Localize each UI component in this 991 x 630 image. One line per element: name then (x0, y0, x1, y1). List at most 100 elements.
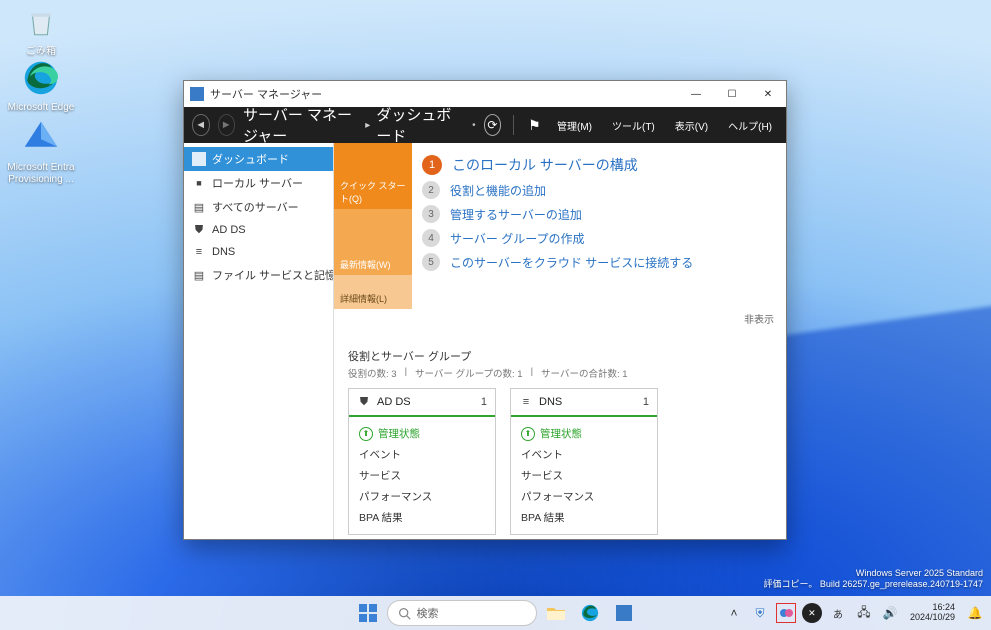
app-header: ◄ ► サーバー マネージャー ▸ ダッシュボード • ⟳ ⚑ 管理(M) ツー… (184, 107, 786, 143)
tile-row[interactable]: パフォーマンス (359, 486, 485, 507)
menu-manage[interactable]: 管理(M) (551, 118, 598, 133)
desktop-icon-label: ごみ箱 (6, 46, 76, 58)
step-text: 管理するサーバーの追加 (450, 206, 582, 223)
tile-row[interactable]: サービス (359, 465, 485, 486)
tile-row[interactable]: BPA 結果 (359, 507, 485, 528)
step-text: このローカル サーバーの構成 (452, 155, 638, 175)
tile-row[interactable]: 管理状態 (521, 423, 647, 444)
desktop-icon-recycle-bin[interactable]: ごみ箱 (6, 2, 76, 58)
tray-notifications-icon[interactable]: 🔔 (965, 603, 985, 623)
sidebar-item-ad[interactable]: AD DS (184, 219, 333, 241)
nav-forward-button[interactable]: ► (218, 114, 236, 136)
step-text: このサーバーをクラウド サービスに接続する (450, 254, 693, 271)
tile-row[interactable]: BPA 結果 (521, 507, 647, 528)
step-number: 5 (422, 253, 440, 271)
quick-start-steps: 1このローカル サーバーの構成 2 役割と機能の追加 3 管理するサーバーの追加 4 サーバ… (412, 143, 786, 309)
quick-start-step[interactable]: 4 サーバー グループの作成 (422, 229, 776, 247)
desktop: ごみ箱 Microsoft Edge Microsoft Entra Provi… (0, 0, 991, 630)
edge-icon (21, 58, 61, 98)
srv-icon (192, 176, 206, 190)
nav-back-button[interactable]: ◄ (192, 114, 210, 136)
quick-start-step[interactable]: 1このローカル サーバーの構成 (422, 155, 776, 175)
tray-chevron-icon[interactable]: ˄ (724, 603, 744, 623)
tray-copilot-icon[interactable] (776, 603, 796, 623)
tile-row[interactable]: パフォーマンス (521, 486, 647, 507)
tile-icon: ⛊ (357, 395, 371, 409)
tile-name: AD DS (377, 396, 411, 408)
minimize-button[interactable]: — (678, 81, 714, 107)
server-manager-window: サーバー マネージャー — ☐ ✕ ◄ ► サーバー マネージャー ▸ ダッシュ… (183, 80, 787, 540)
sidebar-item-dash[interactable]: ダッシュボード (184, 147, 333, 171)
sidebar-item-label: DNS (212, 246, 235, 258)
tab-learn-more[interactable]: 詳細情報(L) (334, 275, 412, 309)
step-number: 2 (422, 181, 440, 199)
notifications-flag-icon[interactable]: ⚑ (526, 114, 543, 136)
tile-header: ≡DNS1 (511, 389, 657, 417)
start-button[interactable] (353, 598, 383, 628)
tab-quick-start[interactable]: クイック スタート(Q) (334, 143, 412, 209)
window-title: サーバー マネージャー (210, 86, 322, 102)
desktop-icon-entra-provisioning[interactable]: Microsoft Entra Provisioning ... (6, 118, 76, 185)
dns-icon (192, 245, 206, 259)
system-tray: ˄ ⛨ ✕ あ 🖧 🔊 16:242024/10/29 🔔 (724, 596, 991, 630)
tab-whats-new[interactable]: 最新情報(W) (334, 209, 412, 275)
breadcrumb: サーバー マネージャー ▸ ダッシュボード (243, 104, 456, 146)
sidebar: ダッシュボードローカル サーバーすべてのサーバー AD DS DNS ファイル サービ… (184, 143, 334, 539)
step-text: サーバー グループの作成 (450, 230, 585, 247)
tile-row[interactable]: サービス (521, 465, 647, 486)
main-content: クイック スタート(Q) 最新情報(W) 詳細情報(L) 1このローカル サーバ… (334, 143, 786, 539)
tile-count: 1 (643, 396, 649, 408)
groups-subtitle: 役割の数: 3| サーバー グループの数: 1| サーバーの合計数: 1 (348, 366, 772, 380)
step-number: 4 (422, 229, 440, 247)
menu-tools[interactable]: ツール(T) (606, 118, 661, 133)
sidebar-item-all[interactable]: すべてのサーバー (184, 195, 333, 219)
entra-icon (21, 118, 61, 158)
close-button[interactable]: ✕ (750, 81, 786, 107)
sidebar-item-label: すべてのサーバー (212, 199, 299, 215)
maximize-button[interactable]: ☐ (714, 81, 750, 107)
quick-start-step[interactable]: 5 このサーバーをクラウド サービスに接続する (422, 253, 776, 271)
taskbar-clock[interactable]: 16:242024/10/29 (906, 603, 959, 623)
tray-volume-icon[interactable]: 🔊 (880, 603, 900, 623)
sidebar-item-label: ファイル サービスと記憶域サ... (212, 267, 333, 283)
recycle-bin-icon (21, 2, 61, 42)
hide-link[interactable]: 非表示 (334, 309, 786, 332)
sidebar-item-dns[interactable]: DNS (184, 241, 333, 263)
tray-security-icon[interactable]: ⛨ (750, 603, 770, 623)
sidebar-item-srv[interactable]: ローカル サーバー (184, 171, 333, 195)
chevron-right-icon: ▸ (365, 120, 370, 131)
taskbar: 検索 ˄ ⛨ ✕ あ 🖧 🔊 16:242024/10/29 (0, 596, 991, 630)
tray-ime-icon[interactable]: あ (828, 603, 848, 623)
sidebar-item-label: AD DS (212, 224, 246, 236)
tile-row[interactable]: イベント (521, 444, 647, 465)
taskbar-search[interactable]: 検索 (387, 600, 537, 626)
app-icon (190, 87, 204, 101)
windows-watermark: Windows Server 2025 Standard 評価コピー。 Buil… (763, 568, 983, 591)
menu-help[interactable]: ヘルプ(H) (722, 118, 778, 133)
role-tile[interactable]: ⛊AD DS1管理状態イベントサービスパフォーマンスBPA 結果 (348, 388, 496, 535)
desktop-icon-label: Microsoft Entra Provisioning ... (6, 162, 76, 185)
dash-icon (192, 152, 206, 166)
tray-app-icon[interactable]: ✕ (802, 603, 822, 623)
groups-title: 役割とサーバー グループ (348, 348, 772, 364)
desktop-icon-edge[interactable]: Microsoft Edge (6, 58, 76, 114)
tile-header: ⛊AD DS1 (349, 389, 495, 417)
menu-view[interactable]: 表示(V) (669, 118, 714, 133)
sidebar-item-file[interactable]: ファイル サービスと記憶域サ... (184, 263, 333, 287)
taskbar-explorer[interactable] (541, 598, 571, 628)
step-number: 3 (422, 205, 440, 223)
quick-start-step[interactable]: 3 管理するサーバーの追加 (422, 205, 776, 223)
step-text: 役割と機能の追加 (450, 182, 546, 199)
quick-start-step[interactable]: 2 役割と機能の追加 (422, 181, 776, 199)
search-icon (398, 607, 411, 620)
role-tile[interactable]: ≡DNS1 管理状態イベントサービスパフォーマンスBPA 結果 (510, 388, 658, 535)
desktop-icon-label: Microsoft Edge (6, 102, 76, 114)
refresh-button[interactable]: ⟳ (484, 114, 502, 136)
sidebar-item-label: ローカル サーバー (212, 175, 303, 191)
taskbar-server-manager[interactable] (609, 598, 639, 628)
tile-row[interactable]: 管理状態 (359, 423, 485, 444)
taskbar-edge[interactable] (575, 598, 605, 628)
tile-row[interactable]: イベント (359, 444, 485, 465)
tile-icon: ≡ (519, 395, 533, 409)
tray-network-icon[interactable]: 🖧 (854, 603, 874, 623)
